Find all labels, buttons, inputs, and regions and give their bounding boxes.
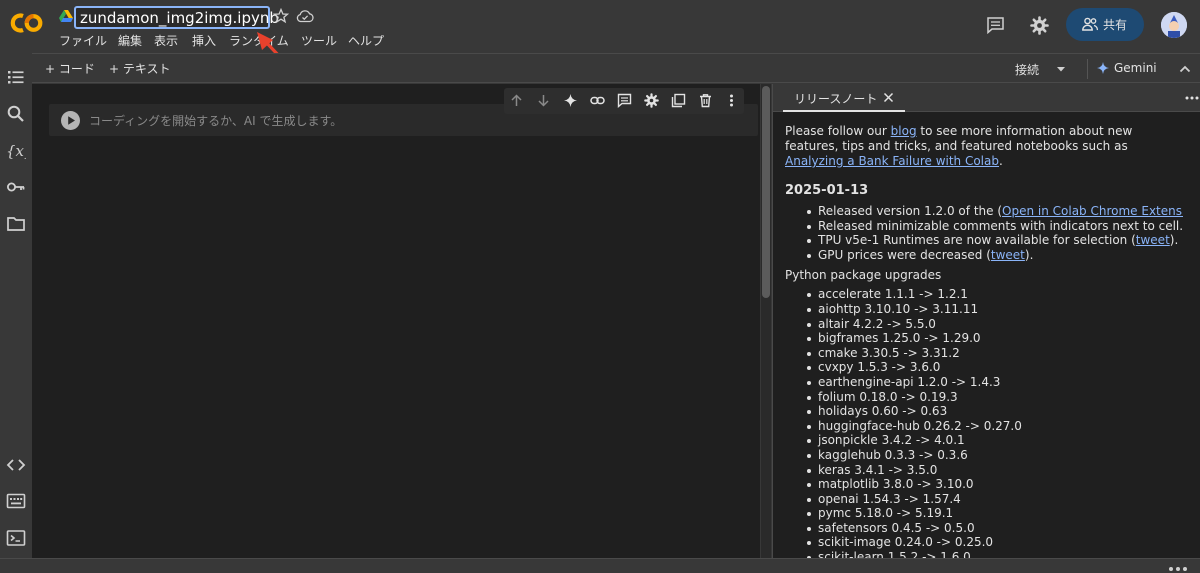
key-icon[interactable]	[6, 177, 26, 197]
package-item: safetensors 0.4.5 -> 0.5.0	[785, 521, 1183, 536]
table-of-contents-icon[interactable]	[6, 67, 26, 87]
scrollbar-thumb[interactable]	[762, 86, 770, 298]
package-item: huggingface-hub 0.26.2 -> 0.27.0	[785, 419, 1183, 434]
variables-icon[interactable]: {x}	[6, 141, 26, 161]
share-label: 共有	[1103, 18, 1128, 32]
package-item: pymc 5.18.0 -> 5.19.1	[785, 506, 1183, 521]
cloud-icon[interactable]	[296, 9, 314, 23]
search-icon[interactable]	[6, 104, 26, 124]
delete-icon[interactable]	[698, 93, 713, 108]
package-item: jsonpickle 3.4.2 -> 4.0.1	[785, 433, 1183, 448]
more-vert-icon[interactable]	[724, 93, 739, 108]
add-text-button[interactable]: + テキスト	[109, 60, 171, 77]
blog-link[interactable]: blog	[891, 124, 917, 138]
google-drive-icon[interactable]	[59, 10, 73, 23]
intro-text: Please follow our	[785, 124, 891, 138]
run-cell-button[interactable]	[61, 111, 80, 130]
menu-view[interactable]: 表示	[154, 32, 178, 49]
featured-notebook-link[interactable]: Analyzing a Bank Failure with Colab	[785, 154, 999, 168]
release-notes-content: Please follow our blog to see more infor…	[785, 124, 1183, 558]
folder-icon[interactable]	[6, 214, 26, 234]
list-item: TPU v5e-1 Runtimes are now available for…	[785, 233, 1183, 248]
intro-paragraph: Please follow our blog to see more infor…	[785, 124, 1183, 169]
package-item: folium 0.18.0 -> 0.19.3	[785, 390, 1183, 405]
panel-tab-bar: リリースノート	[773, 84, 1200, 112]
notebook-scrollbar[interactable]	[761, 84, 771, 558]
link-icon[interactable]	[590, 93, 605, 108]
sparkle-icon[interactable]	[563, 93, 578, 108]
tab-label: リリースノート	[794, 92, 878, 106]
cell-placeholder[interactable]: コーディングを開始するか、AI で生成します。	[89, 112, 342, 129]
status-indicator-icon	[1166, 563, 1192, 573]
package-item: earthengine-api 1.2.0 -> 1.4.3	[785, 375, 1183, 390]
chevron-up-icon[interactable]	[1178, 62, 1192, 76]
share-button[interactable]: 共有	[1066, 8, 1144, 41]
tab-release-notes[interactable]: リリースノート	[783, 84, 905, 112]
connect-button[interactable]: 接続	[1015, 61, 1039, 78]
package-item: aiohttp 3.10.10 -> 3.11.11	[785, 302, 1183, 317]
tweet-link[interactable]: tweet	[1136, 233, 1170, 247]
command-palette-icon[interactable]	[6, 491, 26, 511]
package-item: cvxpy 1.5.3 -> 3.6.0	[785, 360, 1183, 375]
tweet-link[interactable]: tweet	[991, 248, 1025, 262]
more-horiz-icon[interactable]	[1185, 93, 1199, 103]
list-item: GPU prices were decreased (tweet).	[785, 248, 1183, 263]
move-up-icon[interactable]	[509, 93, 524, 108]
package-item: holidays 0.60 -> 0.63	[785, 404, 1183, 419]
header: zundamon_img2img.ipynb ファイル 編集 表示 挿入 ランタ…	[0, 0, 1200, 76]
terminal-icon[interactable]	[6, 528, 26, 548]
package-item: cmake 3.30.5 -> 3.31.2	[785, 346, 1183, 361]
package-item: keras 3.4.1 -> 3.5.0	[785, 463, 1183, 478]
status-bar	[0, 558, 1200, 573]
release-date-heading: 2025-01-13	[785, 183, 869, 198]
notebook-title-input[interactable]: zundamon_img2img.ipynb	[74, 6, 279, 29]
menu-file[interactable]: ファイル	[59, 32, 107, 49]
add-code-button[interactable]: + コード	[45, 60, 95, 77]
menu-tools[interactable]: ツール	[301, 32, 337, 49]
package-upgrades-heading: Python package upgrades	[785, 268, 942, 283]
star-icon[interactable]	[273, 8, 289, 24]
menu-insert[interactable]: 挿入	[192, 32, 216, 49]
move-down-icon[interactable]	[536, 93, 551, 108]
mirror-cell-icon[interactable]	[671, 93, 686, 108]
notebook-toolbar: + コード + テキスト 接続 Gemini	[32, 53, 1200, 83]
package-item: kagglehub 0.3.3 -> 0.3.6	[785, 448, 1183, 463]
svg-text:{x}: {x}	[6, 142, 26, 160]
notebook-title[interactable]: zundamon_img2img.ipynb	[80, 9, 279, 27]
code-snippets-icon[interactable]	[6, 455, 26, 475]
package-item: matplotlib 3.8.0 -> 3.10.0	[785, 477, 1183, 492]
package-upgrades-list: accelerate 1.1.1 -> 1.2.1 aiohttp 3.10.10…	[785, 287, 1183, 558]
list-item: Released version 1.2.0 of the (Open in C…	[785, 204, 1183, 219]
people-icon	[1082, 17, 1098, 31]
package-item: scikit-image 0.24.0 -> 0.25.0	[785, 535, 1183, 550]
gemini-label: Gemini	[1114, 61, 1157, 75]
package-item: openai 1.54.3 -> 1.57.4	[785, 492, 1183, 507]
chevron-down-icon[interactable]	[1055, 64, 1067, 74]
release-notes-panel: リリースノート Please follow our blog to see mo…	[772, 84, 1200, 558]
list-item: Released minimizable comments with indic…	[785, 219, 1183, 234]
package-item: scikit-learn 1.5.2 -> 1.6.0	[785, 550, 1183, 558]
gear-icon[interactable]	[644, 93, 659, 108]
menu-edit[interactable]: 編集	[118, 32, 142, 49]
avatar[interactable]	[1161, 12, 1187, 38]
package-item: altair 4.2.2 -> 5.5.0	[785, 317, 1183, 332]
gemini-sparkle-icon	[1097, 62, 1109, 74]
release-highlights-list: Released version 1.2.0 of the (Open in C…	[785, 204, 1183, 262]
cell-toolbar	[504, 88, 744, 114]
left-rail: {x}	[0, 53, 32, 573]
notebook-area: コーディングを開始するか、AI で生成します。	[32, 84, 760, 558]
gemini-button[interactable]: Gemini	[1087, 59, 1169, 79]
package-item: bigframes 1.25.0 -> 1.29.0	[785, 331, 1183, 346]
comment-icon[interactable]	[986, 16, 1005, 34]
gear-icon[interactable]	[1030, 16, 1049, 35]
intro-text: .	[999, 154, 1003, 168]
chrome-extension-link[interactable]: Open in Colab Chrome Extension	[1002, 204, 1183, 218]
colab-logo[interactable]	[9, 10, 45, 36]
close-icon[interactable]	[883, 92, 894, 103]
menu-help[interactable]: ヘルプ	[348, 32, 384, 49]
package-item: accelerate 1.1.1 -> 1.2.1	[785, 287, 1183, 302]
comment-icon[interactable]	[617, 93, 632, 108]
